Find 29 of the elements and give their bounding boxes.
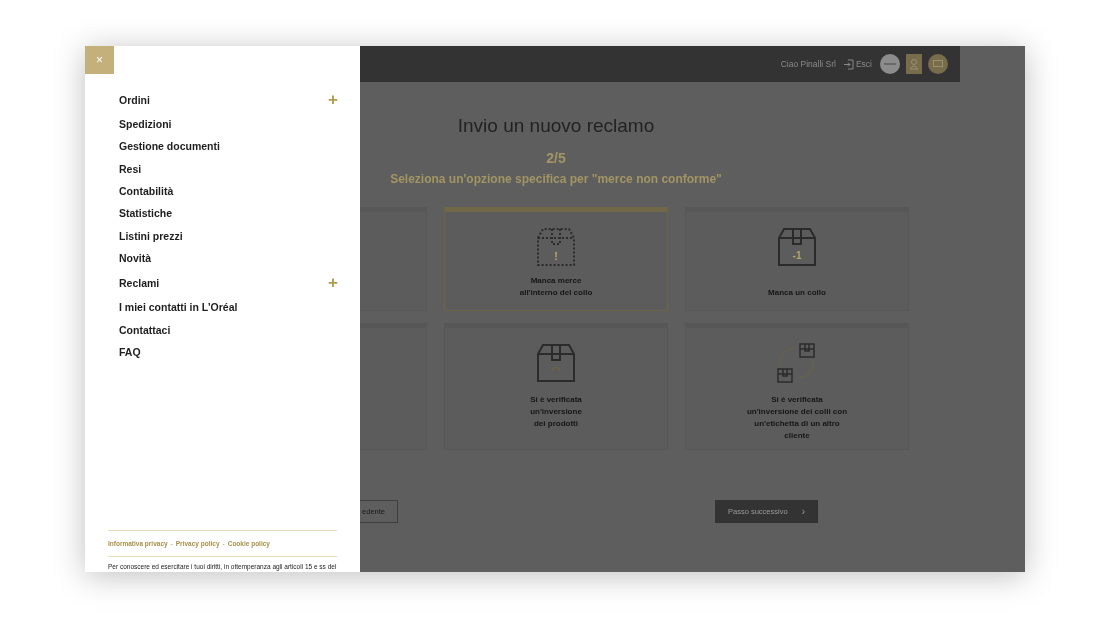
- step-instruction: Seleziona un'opzione specifica per "merce non conforme": [390, 172, 722, 186]
- menu-item[interactable]: Spedizioni: [119, 118, 172, 131]
- menu-item[interactable]: Resi: [119, 162, 142, 175]
- option-label: Manca merce all'interno del collo: [519, 275, 593, 299]
- menu-item[interactable]: Ordini: [119, 93, 150, 106]
- chat-icon[interactable]: [928, 54, 948, 74]
- option-label: Si è verificata un'inversione dei prodotti: [530, 394, 582, 430]
- logout-link[interactable]: Esci: [843, 58, 872, 70]
- logout-icon: [843, 58, 854, 70]
- swap-boxes-icon: [776, 342, 818, 384]
- greeting-text: Ciao Pinalli Srl: [780, 59, 836, 69]
- menu-item[interactable]: Gestione documenti: [119, 140, 220, 153]
- menu-item[interactable]: Contattaci: [119, 323, 171, 336]
- store-logo-icon[interactable]: [880, 54, 900, 74]
- menu-item[interactable]: FAQ: [119, 345, 141, 358]
- menu-item[interactable]: Statistiche: [119, 207, 173, 220]
- page-title: Invio un nuovo reclamo: [457, 114, 655, 138]
- exclamation-mark: !: [554, 250, 558, 262]
- box-refresh-icon: [535, 342, 577, 384]
- step-counter: 2/5: [546, 150, 566, 166]
- menu-item[interactable]: Contabilità: [119, 185, 174, 198]
- menu-item[interactable]: Novità: [119, 251, 152, 264]
- menu-item[interactable]: Listini prezzi: [119, 229, 183, 242]
- chevron-icon: ›: [801, 506, 805, 517]
- menu-item[interactable]: Reclami: [119, 276, 160, 289]
- menu-item[interactable]: I miei contatti in L’Oréal: [119, 301, 238, 314]
- option-label: Si è verificata un'inversione dei colli con un'etichetta di un altro cliente: [746, 394, 848, 442]
- option-label: Manca un collo: [768, 287, 826, 299]
- minus-one-text: -1: [792, 250, 802, 261]
